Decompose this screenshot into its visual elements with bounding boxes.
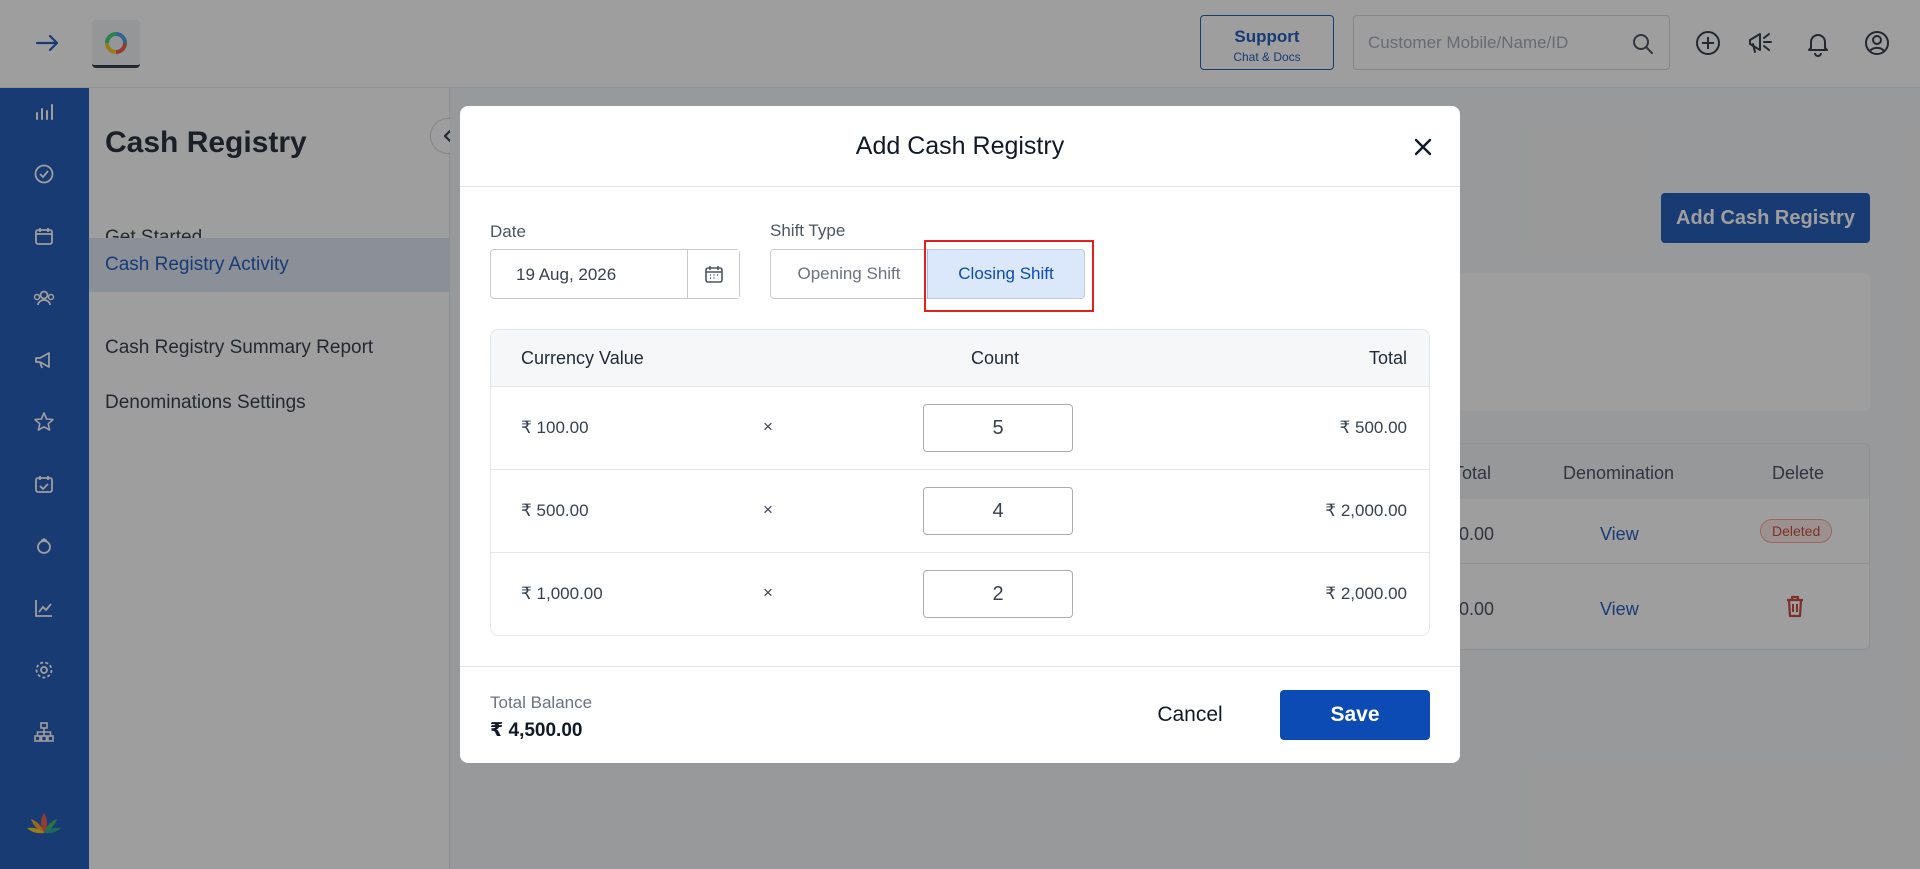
- currency-value: ₹ 100.00: [521, 418, 589, 437]
- highlight-annotation: [924, 240, 1094, 312]
- calendar-icon: [704, 266, 723, 283]
- shift-type-label: Shift Type: [770, 221, 846, 240]
- total-balance-label: Total Balance: [490, 693, 593, 712]
- row-total: ₹ 500.00: [1339, 418, 1407, 437]
- table-row: ₹ 1,000.00 × ₹ 2,000.00: [491, 552, 1429, 635]
- modal-header: Add Cash Registry: [460, 106, 1460, 187]
- date-label: Date: [490, 222, 526, 241]
- save-button[interactable]: Save: [1280, 690, 1430, 740]
- add-cash-registry-modal: Add Cash Registry Date 19 Aug, 2026 Shif…: [460, 106, 1460, 763]
- currency-value: ₹ 1,000.00: [521, 584, 603, 603]
- opening-shift-option[interactable]: Opening Shift: [771, 250, 927, 298]
- col-total: Total: [1368, 348, 1407, 368]
- multiply-sign: ×: [763, 417, 773, 436]
- modal-title: Add Cash Registry: [855, 132, 1065, 160]
- count-input[interactable]: [923, 487, 1073, 535]
- row-total: ₹ 2,000.00: [1325, 584, 1407, 603]
- col-currency-value: Currency Value: [521, 348, 644, 368]
- close-icon[interactable]: [1408, 132, 1438, 162]
- currency-value: ₹ 500.00: [521, 501, 589, 520]
- table-row: ₹ 100.00 × ₹ 500.00: [491, 386, 1429, 469]
- modal-footer: Total Balance ₹ 4,500.00 Cancel Save: [460, 666, 1460, 763]
- calendar-picker-button[interactable]: [687, 250, 739, 298]
- date-field[interactable]: 19 Aug, 2026: [490, 249, 740, 299]
- denomination-table-header: Currency Value Count Total: [491, 330, 1429, 386]
- row-total: ₹ 2,000.00: [1325, 501, 1407, 520]
- multiply-sign: ×: [763, 583, 773, 602]
- count-input[interactable]: [923, 570, 1073, 618]
- table-row: ₹ 500.00 × ₹ 2,000.00: [491, 469, 1429, 552]
- col-count: Count: [971, 348, 1020, 368]
- denomination-table: Currency Value Count Total ₹ 100.00 × ₹ …: [490, 329, 1430, 636]
- date-value: 19 Aug, 2026: [516, 265, 617, 284]
- total-balance-value: ₹ 4,500.00: [490, 720, 583, 741]
- count-input[interactable]: [923, 404, 1073, 452]
- cancel-button[interactable]: Cancel: [1135, 690, 1245, 740]
- multiply-sign: ×: [763, 500, 773, 519]
